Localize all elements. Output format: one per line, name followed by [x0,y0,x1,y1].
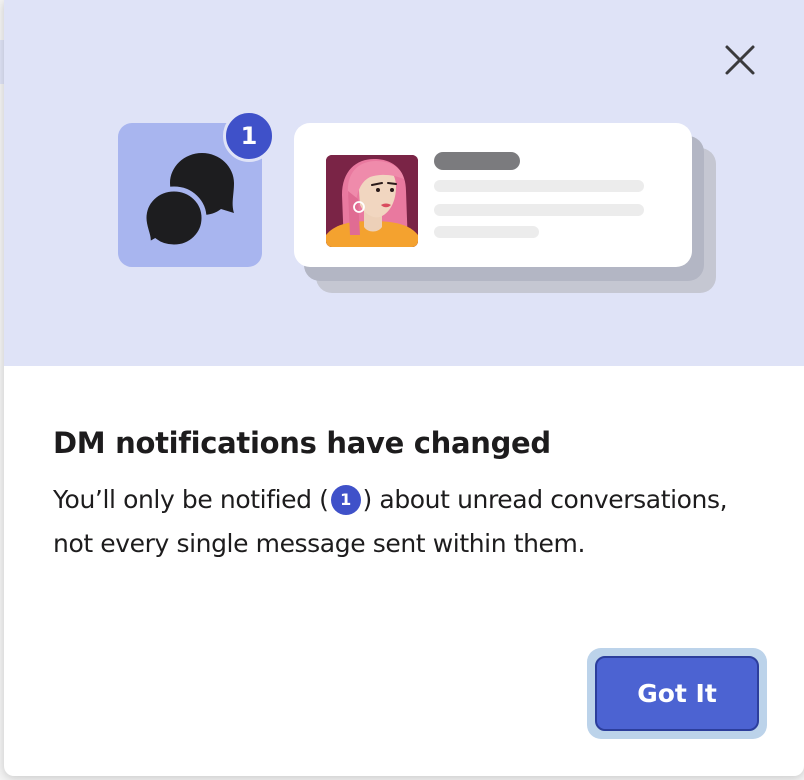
message-line-placeholder [434,226,539,238]
inline-notification-badge: 1 [330,485,361,515]
dialog-description: You’ll only be notified (1) about unread… [53,478,753,566]
hero-illustration: 1 [4,0,804,366]
got-it-button[interactable]: Got It [595,656,759,731]
close-button[interactable] [718,38,762,82]
dm-notifications-dialog: 1 DM notifications have changed You’ll o… [4,0,804,776]
avatar [326,155,418,247]
dialog-content: DM notifications have changed You’ll onl… [53,424,773,566]
close-icon [725,45,755,75]
dialog-title: DM notifications have changed [53,426,551,460]
sender-name-placeholder [434,152,520,170]
notification-badge: 1 [223,110,275,162]
message-line-placeholder [434,180,644,192]
message-preview-card [294,123,692,267]
message-line-placeholder [434,204,644,216]
avatar-illustration [326,155,418,247]
description-text: You’ll only be notified ( [53,485,329,514]
